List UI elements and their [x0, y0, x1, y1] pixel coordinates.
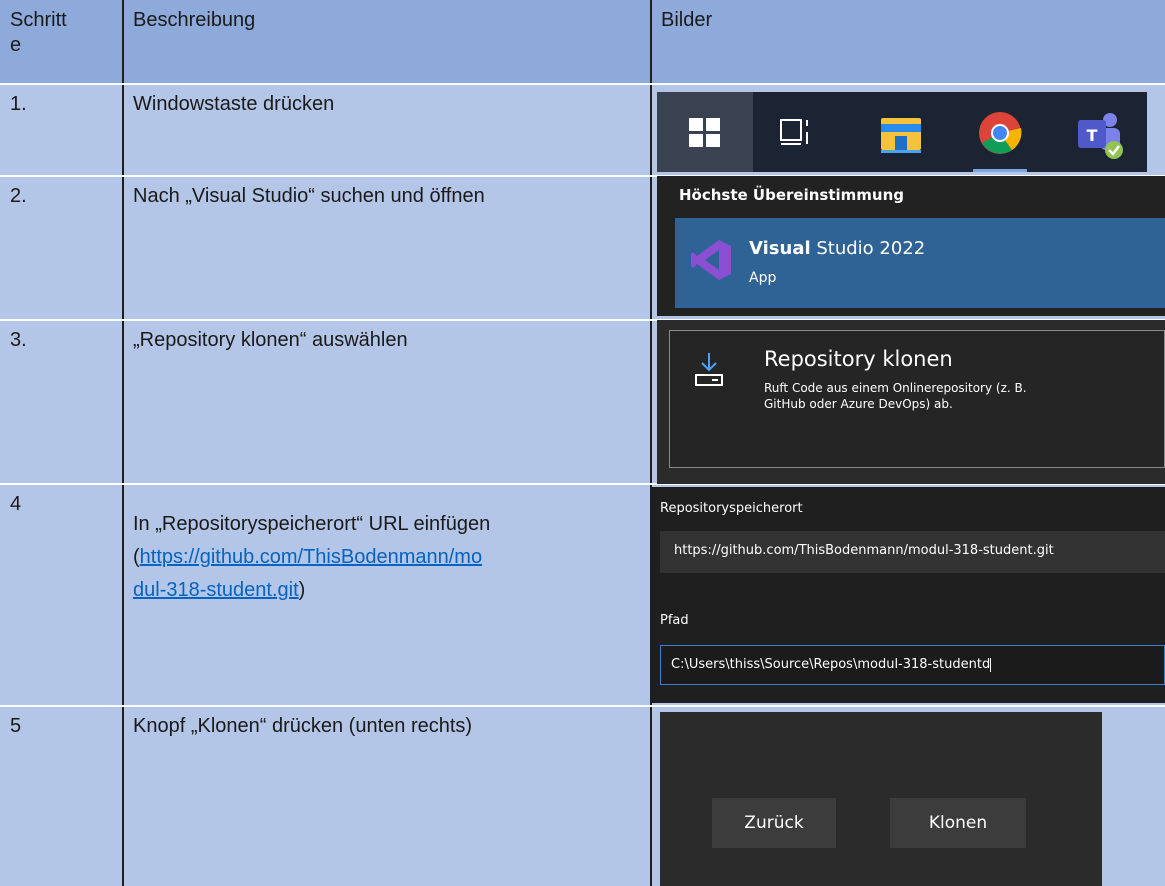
clone-button[interactable]: Klonen [890, 798, 1026, 848]
clone-card-title: Repository klonen [764, 347, 953, 371]
text-cursor [990, 657, 992, 672]
step-5: 5 [0, 706, 123, 886]
step-2-description: Nach „Visual Studio“ suchen und öffnen [123, 176, 651, 320]
download-icon [695, 353, 723, 386]
search-screenshot: Höchste Übereinstimmung Visual Studio 20… [657, 176, 1165, 316]
best-match-item[interactable]: Visual Studio 2022 App [675, 218, 1165, 308]
repo-location-label: Repositoryspeicherort [660, 501, 803, 516]
start-button[interactable] [657, 92, 753, 172]
header-images: Bilder [651, 0, 1165, 84]
path-value: C:\Users\thiss\Source\Repos\modul-318-st… [671, 657, 991, 672]
windows-start-icon [689, 118, 720, 147]
chrome-active-indicator [973, 169, 1027, 172]
visual-studio-icon [691, 240, 731, 280]
step-1: 1. [0, 84, 123, 176]
repo-link[interactable]: https://github.com/ThisBodenmann/mo dul-3… [133, 546, 482, 601]
clone-card-desc-line2: GitHub oder Azure DevOps) ab. [764, 397, 953, 411]
repo-link-line1[interactable]: https://github.com/ThisBodenmann/mo [140, 546, 482, 568]
clone-form-screenshot: Repositoryspeicherort https://github.com… [652, 487, 1165, 703]
buttons-screenshot: Zurück Klonen [660, 712, 1102, 886]
repository-clone-option[interactable]: Repository klonen Ruft Code aus einem On… [669, 330, 1165, 468]
step-4-description: In „Repositoryspeicherort“ URL einfügen … [123, 484, 651, 706]
taskbar-screenshot: T [657, 92, 1147, 172]
file-explorer-icon[interactable] [877, 110, 925, 156]
clone-card-screenshot: Repository klonen Ruft Code aus einem On… [657, 320, 1165, 484]
step-2: 2. [0, 176, 123, 320]
chrome-icon[interactable] [975, 108, 1025, 158]
app-title: Visual Studio 2022 [749, 238, 926, 259]
repo-link-line2[interactable]: dul-318-student.git [133, 579, 299, 601]
task-view-icon[interactable] [775, 110, 819, 154]
step-3-description: „Repository klonen“ auswählen [123, 320, 651, 484]
search-heading: Höchste Übereinstimmung [679, 186, 904, 204]
paren-open: ( [133, 546, 140, 568]
col-divider-2 [650, 0, 652, 886]
row-divider [0, 83, 1165, 85]
path-label: Pfad [660, 613, 689, 628]
row-divider [0, 705, 1165, 707]
path-input[interactable]: C:\Users\thiss\Source\Repos\modul-318-st… [660, 645, 1165, 685]
teams-icon[interactable]: T [1072, 108, 1126, 162]
app-type: App [749, 270, 777, 286]
header-description: Beschreibung [123, 0, 651, 84]
step-5-description: Knopf „Klonen“ drücken (unten rechts) [123, 706, 651, 886]
step-4-text: In „Repositoryspeicherort“ URL einfügen [133, 513, 491, 535]
svg-text:T: T [1087, 126, 1098, 145]
step-1-description: Windowstaste drücken [123, 84, 651, 176]
step-3: 3. [0, 320, 123, 484]
back-button[interactable]: Zurück [712, 798, 836, 848]
header-step: Schritt e [0, 0, 123, 84]
repo-location-input[interactable]: https://github.com/ThisBodenmann/modul-3… [660, 531, 1165, 573]
col-divider-1 [122, 0, 124, 886]
step-4: 4 [0, 484, 123, 706]
clone-card-desc-line1: Ruft Code aus einem Onlinerepository (z.… [764, 381, 1027, 395]
paren-close: ) [298, 579, 306, 601]
